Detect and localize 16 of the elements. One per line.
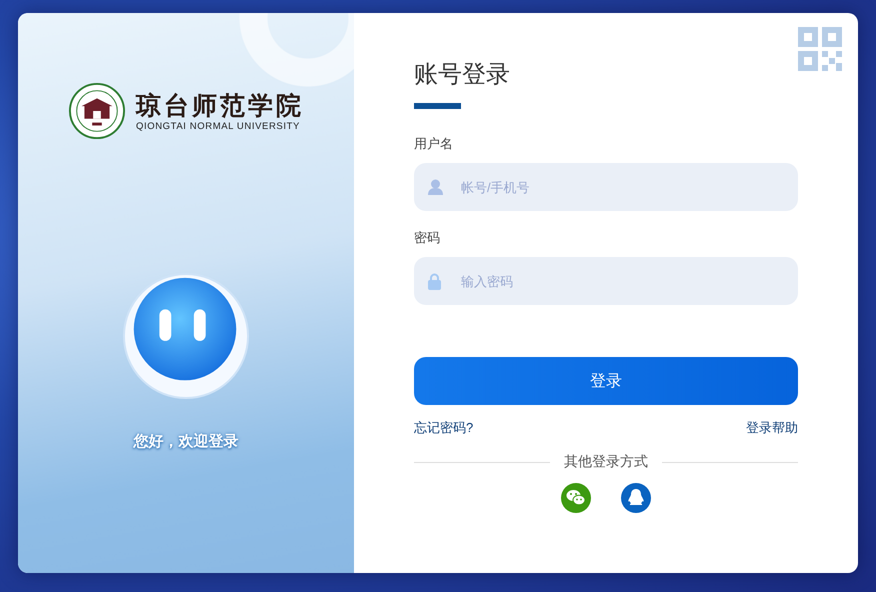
login-button[interactable]: 登录 bbox=[414, 357, 798, 405]
university-name: 琼台师范学院 bbox=[136, 90, 304, 120]
welcome-text: 您好，欢迎登录 bbox=[134, 432, 238, 451]
field-label: 用户名 bbox=[414, 135, 453, 153]
username-field[interactable]: 帐号/手机号 bbox=[414, 163, 798, 211]
university-seal-icon bbox=[68, 82, 126, 140]
field-label: 密码 bbox=[414, 229, 440, 247]
wechat-icon[interactable] bbox=[561, 483, 591, 513]
title-underline bbox=[414, 103, 461, 109]
login-title: 账号登录 bbox=[414, 60, 511, 90]
penguin-icon[interactable] bbox=[621, 483, 651, 513]
forgot-password-link[interactable]: 忘记密码? bbox=[414, 419, 474, 437]
university-name-english: QIONGTAI NORMAL UNIVERSITY bbox=[136, 120, 301, 132]
password-field[interactable]: 输入密码 bbox=[414, 257, 798, 305]
other-login-label: 其他登录方式 bbox=[564, 453, 648, 471]
login-help-link[interactable]: 登录帮助 bbox=[746, 419, 798, 437]
